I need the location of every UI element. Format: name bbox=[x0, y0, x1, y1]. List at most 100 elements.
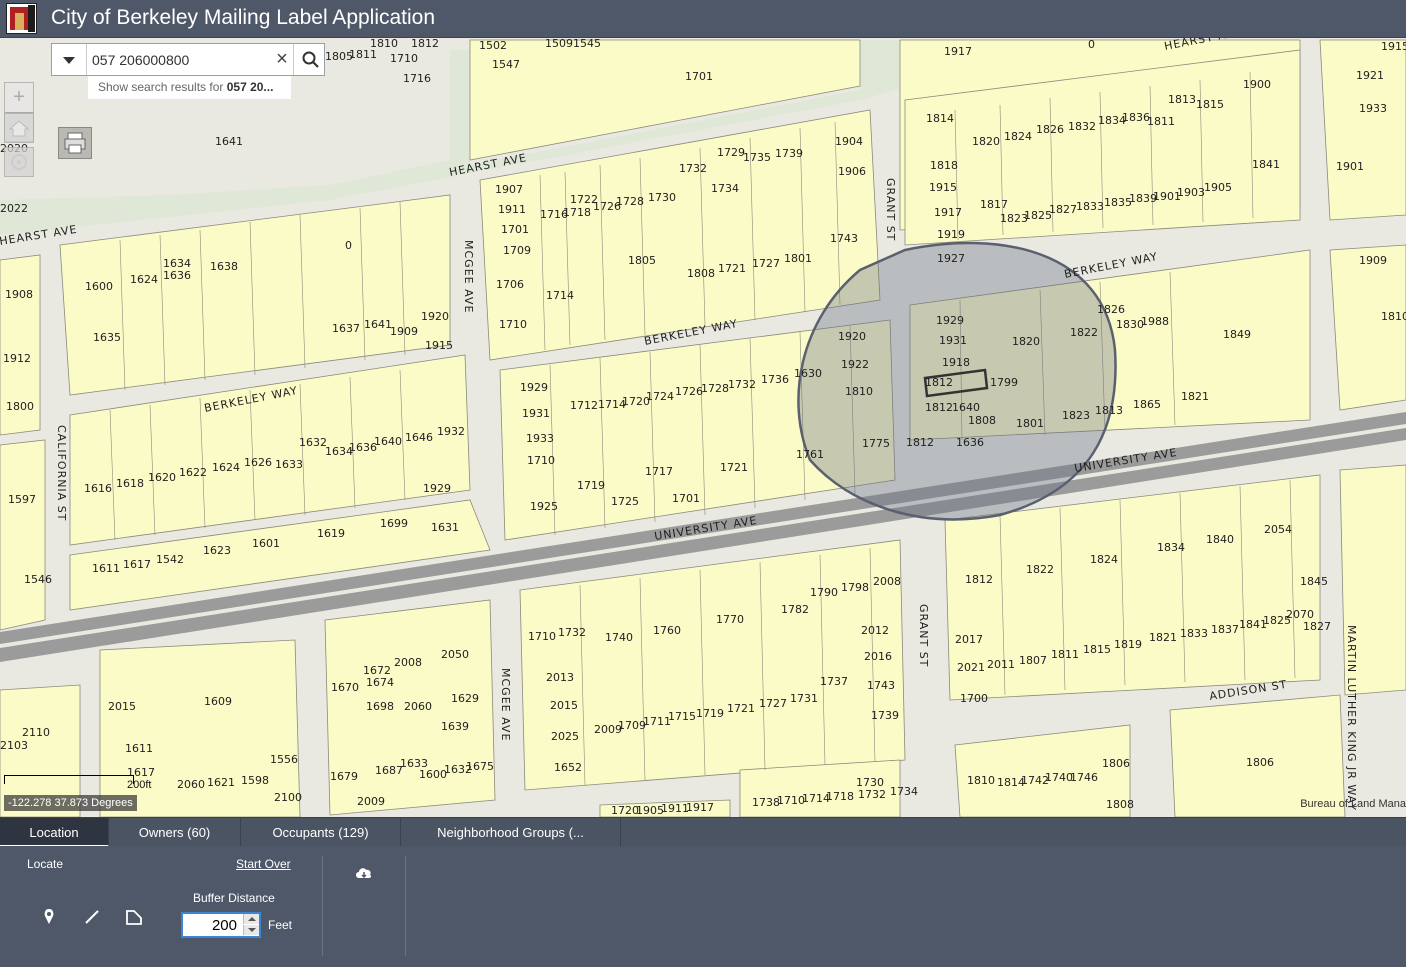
search-input[interactable] bbox=[92, 49, 270, 70]
parcel-label: 1727 bbox=[752, 257, 780, 270]
city-logo bbox=[6, 3, 37, 34]
parcel-label: 1807 bbox=[1019, 654, 1047, 667]
parcel-label: 1929 bbox=[520, 381, 548, 394]
parcel-label: 1821 bbox=[1181, 390, 1209, 403]
parcel-label: 1920 bbox=[838, 330, 866, 343]
point-tool-button[interactable] bbox=[39, 907, 59, 927]
parcel-label: 1917 bbox=[944, 45, 972, 58]
buffer-distance-input[interactable] bbox=[185, 916, 237, 934]
search-source-dropdown[interactable] bbox=[52, 44, 87, 75]
parcel-label: 1542 bbox=[156, 553, 184, 566]
parcel-label: 1911 bbox=[661, 802, 689, 815]
buffer-distance-stepper[interactable] bbox=[181, 912, 261, 938]
parcel-label: 1812 bbox=[925, 376, 953, 389]
parcel-label: 1801 bbox=[1016, 417, 1044, 430]
parcel-label: 1770 bbox=[716, 613, 744, 626]
download-button[interactable] bbox=[354, 864, 374, 884]
coordinate-readout: -122.278 37.873 Degrees bbox=[4, 795, 137, 811]
locate-me-button[interactable] bbox=[4, 147, 34, 177]
clear-search-icon[interactable]: × bbox=[273, 49, 291, 69]
parcel-label: 1832 bbox=[1068, 120, 1096, 133]
home-button[interactable] bbox=[4, 113, 34, 143]
parcel-label: 1622 bbox=[179, 466, 207, 479]
parcel-label: 1932 bbox=[437, 425, 465, 438]
parcel-label: 2110 bbox=[22, 726, 50, 739]
parcel-label: 1900 bbox=[1243, 78, 1271, 91]
parcel-label: 1909 bbox=[1359, 254, 1387, 267]
line-tool-button[interactable] bbox=[82, 907, 102, 927]
decrement-arrow-icon[interactable] bbox=[243, 925, 259, 935]
parcel-label: 1724 bbox=[646, 390, 674, 403]
parcel-label: 1808 bbox=[968, 414, 996, 427]
parcel-label: 1931 bbox=[939, 334, 967, 347]
parcel-label: 1917 bbox=[686, 801, 714, 814]
parcel-label: 1835 bbox=[1104, 196, 1132, 209]
parcel-label: 1800 bbox=[6, 400, 34, 413]
parcel-label: 1732 bbox=[558, 626, 586, 639]
panel-divider bbox=[405, 856, 406, 956]
parcel-label: 1701 bbox=[501, 223, 529, 236]
parcel-label: 1911 bbox=[498, 203, 526, 216]
parcel-label: 1640 bbox=[952, 401, 980, 414]
buffer-distance-label: Buffer Distance bbox=[193, 891, 275, 905]
parcel-label: 1822 bbox=[1070, 326, 1098, 339]
parcel-label: 2012 bbox=[861, 624, 889, 637]
parcel-label: 2021 bbox=[957, 661, 985, 674]
parcel-label: 1825 bbox=[1263, 614, 1291, 627]
map-view[interactable]: HEARST AVE HEARST AVE HEARST AVE BERKELE… bbox=[0, 38, 1406, 817]
parcel-label: 1822 bbox=[1026, 563, 1054, 576]
increment-arrow-icon[interactable] bbox=[243, 914, 259, 924]
parcel-label: 1718 bbox=[563, 206, 591, 219]
parcel-label: 1811 bbox=[1147, 115, 1175, 128]
tab-location[interactable]: Location bbox=[0, 818, 109, 847]
parcel-label: 1817 bbox=[980, 198, 1008, 211]
parcel-label: 2011 bbox=[987, 658, 1015, 671]
polygon-tool-button[interactable] bbox=[124, 907, 144, 927]
parcel-label: 2060 bbox=[404, 700, 432, 713]
parcel-label: 1617 bbox=[123, 558, 151, 571]
parcel-label: 1679 bbox=[330, 770, 358, 783]
scale-bar bbox=[4, 775, 134, 784]
parcel-label: 1805 bbox=[628, 254, 656, 267]
parcel-label: 1624 bbox=[212, 461, 240, 474]
parcel-label: 1624 bbox=[130, 273, 158, 286]
parcel-label: 1918 bbox=[942, 356, 970, 369]
parcel-label: 1674 bbox=[366, 676, 394, 689]
parcel-label: 1646 bbox=[405, 431, 433, 444]
parcel-label: 1721 bbox=[718, 262, 746, 275]
street-label: HEARST AVE bbox=[0, 223, 78, 248]
street-label: GRANT ST bbox=[884, 178, 897, 241]
tab-neighborhood-groups[interactable]: Neighborhood Groups (... bbox=[401, 818, 621, 847]
parcel-label: 1727 bbox=[759, 697, 787, 710]
parcel-label: 1623 bbox=[203, 544, 231, 557]
parcel-label: 1907 bbox=[495, 183, 523, 196]
parcel-label: 1709 bbox=[618, 719, 646, 732]
search-widget: × bbox=[51, 43, 325, 76]
street-label: UNIVERSITY AVE bbox=[1073, 446, 1178, 475]
parcel-label: 1833 bbox=[1076, 200, 1104, 213]
parcel-label: 1845 bbox=[1300, 575, 1328, 588]
parcel-label: 1710 bbox=[527, 454, 555, 467]
parcel-label: 1632 bbox=[444, 763, 472, 776]
parcel-label: 1709 bbox=[503, 244, 531, 257]
parcel-label: 1915 bbox=[425, 339, 453, 352]
zoom-in-icon[interactable]: + bbox=[5, 83, 33, 113]
search-button[interactable] bbox=[293, 44, 326, 75]
start-over-link[interactable]: Start Over bbox=[236, 857, 291, 871]
parcel-label: 1700 bbox=[960, 692, 988, 705]
print-button[interactable] bbox=[58, 127, 92, 159]
parcel-label: 0 bbox=[345, 239, 352, 252]
tab-occupants[interactable]: Occupants (129) bbox=[241, 818, 401, 847]
parcel-label: 1806 bbox=[1102, 757, 1130, 770]
parcel-label: 1827 bbox=[1049, 203, 1077, 216]
tab-owners[interactable]: Owners (60) bbox=[109, 818, 241, 847]
parcel-label: 1597 bbox=[8, 493, 36, 506]
parcel-label: 1815 bbox=[1083, 643, 1111, 656]
parcel-label: 1919 bbox=[937, 228, 965, 241]
parcel-label: 1746 bbox=[1070, 771, 1098, 784]
parcel-label: 1640 bbox=[374, 435, 402, 448]
parcel-label: 1731 bbox=[790, 692, 818, 705]
parcel-label: 1717 bbox=[645, 465, 673, 478]
parcel-label: 1728 bbox=[701, 382, 729, 395]
search-suggestion[interactable]: Show search results for 057 20... bbox=[88, 76, 291, 99]
